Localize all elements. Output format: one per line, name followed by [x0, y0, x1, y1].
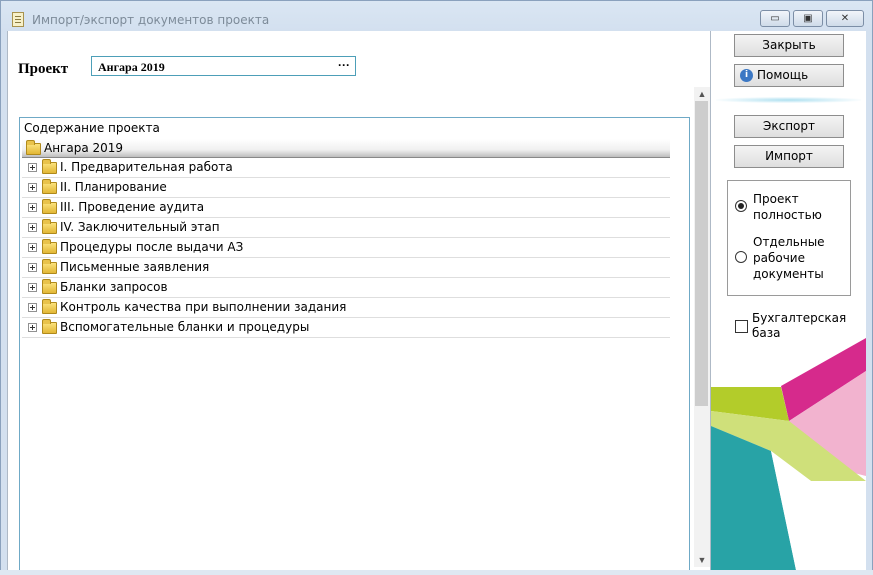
radio-full-project-label[interactable]: Проект полностью: [753, 191, 822, 223]
folder-icon: [26, 140, 41, 155]
expand-icon[interactable]: [28, 283, 37, 292]
title-bar[interactable]: Импорт/экспорт документов проекта ▭ ▣ ✕: [1, 1, 872, 32]
tree-item[interactable]: III. Проведение аудита: [22, 198, 670, 218]
document-icon: [12, 12, 24, 27]
expand-icon[interactable]: [28, 243, 37, 252]
main-area: Проект Ангара 2019 ··· Содержание проект…: [7, 31, 711, 570]
help-button[interactable]: i Помощь: [734, 64, 844, 87]
window-controls: ▭ ▣ ✕: [760, 10, 864, 27]
help-label: Помощь: [757, 68, 809, 82]
expand-icon[interactable]: [28, 223, 37, 232]
project-tree: Содержание проекта Ангара 2019 I. Предва…: [19, 117, 690, 570]
browse-button[interactable]: ···: [338, 58, 350, 72]
close-window-button[interactable]: ✕: [826, 10, 864, 27]
radio-full-project[interactable]: [735, 200, 747, 212]
tree-item-label: I. Предварительная работа: [60, 160, 233, 174]
tree-item[interactable]: IV. Заключительный этап: [22, 218, 670, 238]
folder-icon: [42, 299, 57, 314]
divider: [716, 97, 861, 103]
tree-scrollbar[interactable]: ▲ ▼: [694, 87, 710, 567]
scroll-down-icon[interactable]: ▼: [694, 553, 710, 567]
tree-root-label: Ангара 2019: [44, 141, 124, 155]
scroll-up-icon[interactable]: ▲: [694, 87, 710, 101]
folder-icon: [42, 319, 57, 334]
expand-icon[interactable]: [28, 183, 37, 192]
tree-item-label: II. Планирование: [60, 180, 167, 194]
folder-icon: [42, 179, 57, 194]
expand-icon[interactable]: [28, 203, 37, 212]
info-icon: i: [740, 69, 753, 82]
window-title: Импорт/экспорт документов проекта: [32, 13, 270, 27]
maximize-button[interactable]: ▣: [793, 10, 823, 27]
folder-icon: [42, 239, 57, 254]
folder-icon: [42, 279, 57, 294]
scroll-thumb[interactable]: [695, 101, 708, 406]
decorative-graphic: [711, 338, 866, 570]
expand-icon[interactable]: [28, 263, 37, 272]
project-label: Проект: [18, 61, 69, 77]
project-value: Ангара 2019: [98, 60, 165, 74]
tree-item[interactable]: Вспомогательные бланки и процедуры: [22, 318, 670, 338]
status-bar: [0, 570, 873, 575]
folder-icon: [42, 259, 57, 274]
scope-group: Проект полностью Отдельные рабочие докум…: [727, 180, 851, 296]
tree-root[interactable]: Ангара 2019: [22, 139, 670, 158]
tree-item[interactable]: Бланки запросов: [22, 278, 670, 298]
tree-item[interactable]: Письменные заявления: [22, 258, 670, 278]
project-selector[interactable]: Ангара 2019 ···: [91, 56, 356, 76]
tree-item-label: Вспомогательные бланки и процедуры: [60, 320, 310, 334]
folder-icon: [42, 199, 57, 214]
action-panel: Закрыть i Помощь Экспорт Импорт Проект п…: [710, 31, 866, 570]
tree-item-label: Контроль качества при выполнении задания: [60, 300, 347, 314]
expand-icon[interactable]: [28, 303, 37, 312]
tree-item-label: IV. Заключительный этап: [60, 220, 220, 234]
tree-item[interactable]: Процедуры после выдачи АЗ: [22, 238, 670, 258]
tree-item-label: Бланки запросов: [60, 280, 168, 294]
export-button[interactable]: Экспорт: [734, 115, 844, 138]
folder-icon: [42, 219, 57, 234]
tree-item[interactable]: I. Предварительная работа: [22, 158, 670, 178]
radio-separate-docs-label[interactable]: Отдельные рабочие документы: [753, 234, 825, 282]
minimize-button[interactable]: ▭: [760, 10, 790, 27]
folder-icon: [42, 159, 57, 174]
expand-icon[interactable]: [28, 323, 37, 332]
import-button[interactable]: Импорт: [734, 145, 844, 168]
tree-item-label: III. Проведение аудита: [60, 200, 205, 214]
tree-item-label: Письменные заявления: [60, 260, 210, 274]
tree-header: Содержание проекта: [24, 121, 160, 135]
tree-item[interactable]: II. Планирование: [22, 178, 670, 198]
expand-icon[interactable]: [28, 163, 37, 172]
tree-item[interactable]: Контроль качества при выполнении задания: [22, 298, 670, 318]
radio-separate-docs[interactable]: [735, 251, 747, 263]
close-button[interactable]: Закрыть: [734, 34, 844, 57]
tree-item-label: Процедуры после выдачи АЗ: [60, 240, 244, 254]
